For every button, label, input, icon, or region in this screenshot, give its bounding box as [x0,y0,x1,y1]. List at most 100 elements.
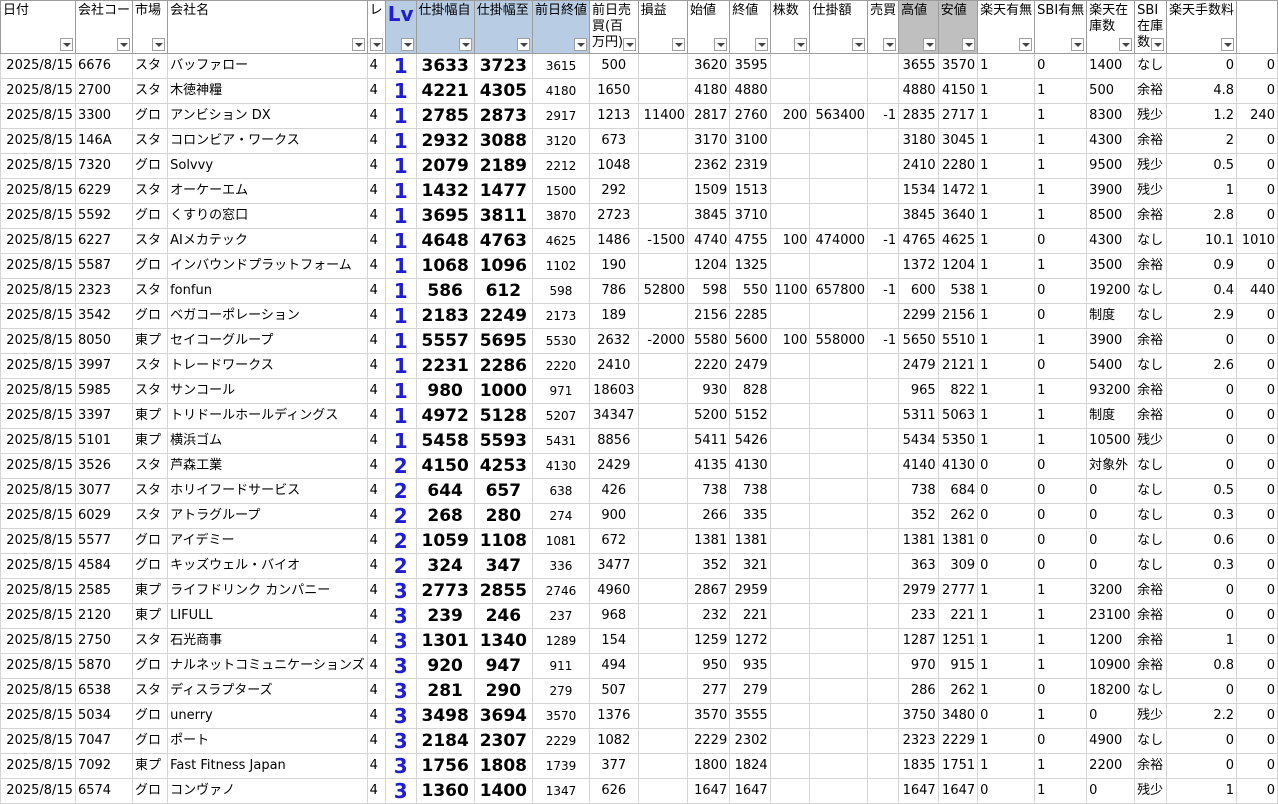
table-cell[interactable]: -2000 [637,328,689,354]
table-cell[interactable]: 262 [937,503,979,529]
table-cell[interactable]: 0 [1236,303,1278,329]
table-cell[interactable]: 4 [366,253,386,279]
table-cell[interactable]: 1647 [937,778,979,804]
table-cell[interactable]: 2229 [687,728,731,754]
table-cell[interactable]: 0 [1034,278,1088,304]
table-cell[interactable]: 2723 [588,203,639,229]
table-cell[interactable]: 2025/8/15 [0,678,76,704]
table-cell[interactable] [637,78,689,104]
table-cell[interactable] [809,728,869,754]
table-cell[interactable]: 1000 [473,378,533,404]
table-cell[interactable]: 0 [1236,703,1278,729]
table-cell[interactable]: 0.3 [1166,553,1238,579]
table-cell[interactable]: 1096 [473,253,533,279]
table-cell[interactable]: 2184 [415,728,475,754]
table-cell[interactable] [809,553,869,579]
table-cell[interactable]: 2917 [531,103,590,129]
table-cell[interactable]: 3845 [898,203,939,229]
table-cell[interactable]: 4 [366,453,386,479]
table-cell[interactable] [809,753,869,779]
table-cell[interactable]: 5530 [531,328,590,354]
table-cell[interactable]: 1 [384,253,417,279]
table-cell[interactable]: 残少 [1134,778,1168,804]
table-cell[interactable]: 3120 [531,128,590,154]
table-cell[interactable]: コンヴァノ [167,778,368,804]
table-cell[interactable]: 2025/8/15 [0,528,76,554]
table-cell[interactable]: 1 [384,203,417,229]
table-cell[interactable]: 東プ [131,753,169,779]
table-cell[interactable]: 221 [937,603,979,629]
table-row[interactable]: 2025/8/15 5870 グロ ナルネットコミュニケーションズ 4 3 920 947 91… [0,653,1278,679]
table-cell[interactable]: 738 [729,478,771,504]
table-cell[interactable]: グロ [131,253,169,279]
table-cell[interactable]: 4 [366,103,386,129]
table-cell[interactable]: 240 [1236,103,1278,129]
table-cell[interactable]: 2249 [473,303,533,329]
table-cell[interactable]: 0 [1236,478,1278,504]
table-cell[interactable]: 2229 [531,728,590,754]
table-cell[interactable]: 1 [1034,628,1088,654]
table-cell[interactable] [809,303,869,329]
table-cell[interactable]: 1 [977,228,1036,254]
table-cell[interactable]: 2410 [898,153,939,179]
table-cell[interactable]: 1 [384,378,417,404]
table-cell[interactable]: トレードワークス [167,353,368,379]
table-cell[interactable]: 3500 [1086,253,1136,279]
table-cell[interactable]: 280 [473,503,533,529]
table-cell[interactable]: 426 [588,478,639,504]
table-cell[interactable]: グロ [131,153,169,179]
table-cell[interactable]: 5207 [531,403,590,429]
table-cell[interactable]: 4 [366,653,386,679]
table-cell[interactable]: 6227 [74,228,133,254]
table-cell[interactable] [867,503,900,529]
table-cell[interactable] [769,78,811,104]
table-cell[interactable]: 34347 [588,403,639,429]
table-cell[interactable]: バッファロー [167,53,368,79]
table-cell[interactable]: 1200 [1086,628,1136,654]
table-cell[interactable]: グロ [131,703,169,729]
table-cell[interactable]: ライフドリンク カンパニー [167,578,368,604]
table-cell[interactable]: 余裕 [1134,753,1168,779]
table-cell[interactable] [809,78,869,104]
table-cell[interactable]: 3 [384,628,417,654]
table-cell[interactable] [769,603,811,629]
table-cell[interactable]: ナルネットコミュニケーションズ [167,653,368,679]
table-cell[interactable]: 268 [415,503,475,529]
table-cell[interactable]: 1108 [473,528,533,554]
table-cell[interactable]: 2479 [729,353,771,379]
table-cell[interactable]: 4584 [74,553,133,579]
table-cell[interactable]: 7320 [74,153,133,179]
table-cell[interactable]: 738 [898,478,939,504]
table-row[interactable]: 2025/8/15 6574 グロ コンヴァノ 4 3 1360 1400 1347 626 164… [0,778,1278,804]
table-cell[interactable] [867,78,900,104]
table-cell[interactable] [867,453,900,479]
table-row[interactable]: 2025/8/15 5577 グロ アイデミー 4 2 1059 1108 1081 672 138… [0,528,1278,554]
table-cell[interactable]: 0 [1236,553,1278,579]
table-cell[interactable]: 189 [588,303,639,329]
filter-dropdown-icon[interactable] [152,38,166,51]
table-cell[interactable]: 2025/8/15 [0,78,76,104]
table-cell[interactable]: 1082 [588,728,639,754]
table-cell[interactable]: 644 [415,478,475,504]
table-cell[interactable]: 2025/8/15 [0,728,76,754]
table-cell[interactable] [769,403,811,429]
table-cell[interactable]: 507 [588,678,639,704]
table-cell[interactable]: 3694 [473,703,533,729]
table-cell[interactable]: 3870 [531,203,590,229]
table-cell[interactable]: 3710 [729,203,771,229]
table-cell[interactable]: 1472 [937,178,979,204]
table-cell[interactable]: 19200 [1086,278,1136,304]
table-cell[interactable]: 0 [1166,428,1238,454]
table-row[interactable]: 2025/8/15 146A スタ コロンビア・ワークス 4 1 2932 3088 3120 6… [0,128,1278,154]
table-cell[interactable]: 2717 [937,103,979,129]
table-cell[interactable]: 4765 [898,228,939,254]
table-cell[interactable]: 4221 [415,78,475,104]
table-cell[interactable]: 0.3 [1166,503,1238,529]
table-cell[interactable]: 4880 [898,78,939,104]
table-cell[interactable]: 1 [977,353,1036,379]
table-cell[interactable]: 4 [366,628,386,654]
table-cell[interactable] [637,303,689,329]
table-cell[interactable]: 2873 [473,103,533,129]
table-cell[interactable]: 0 [1236,78,1278,104]
table-cell[interactable]: 4180 [531,78,590,104]
